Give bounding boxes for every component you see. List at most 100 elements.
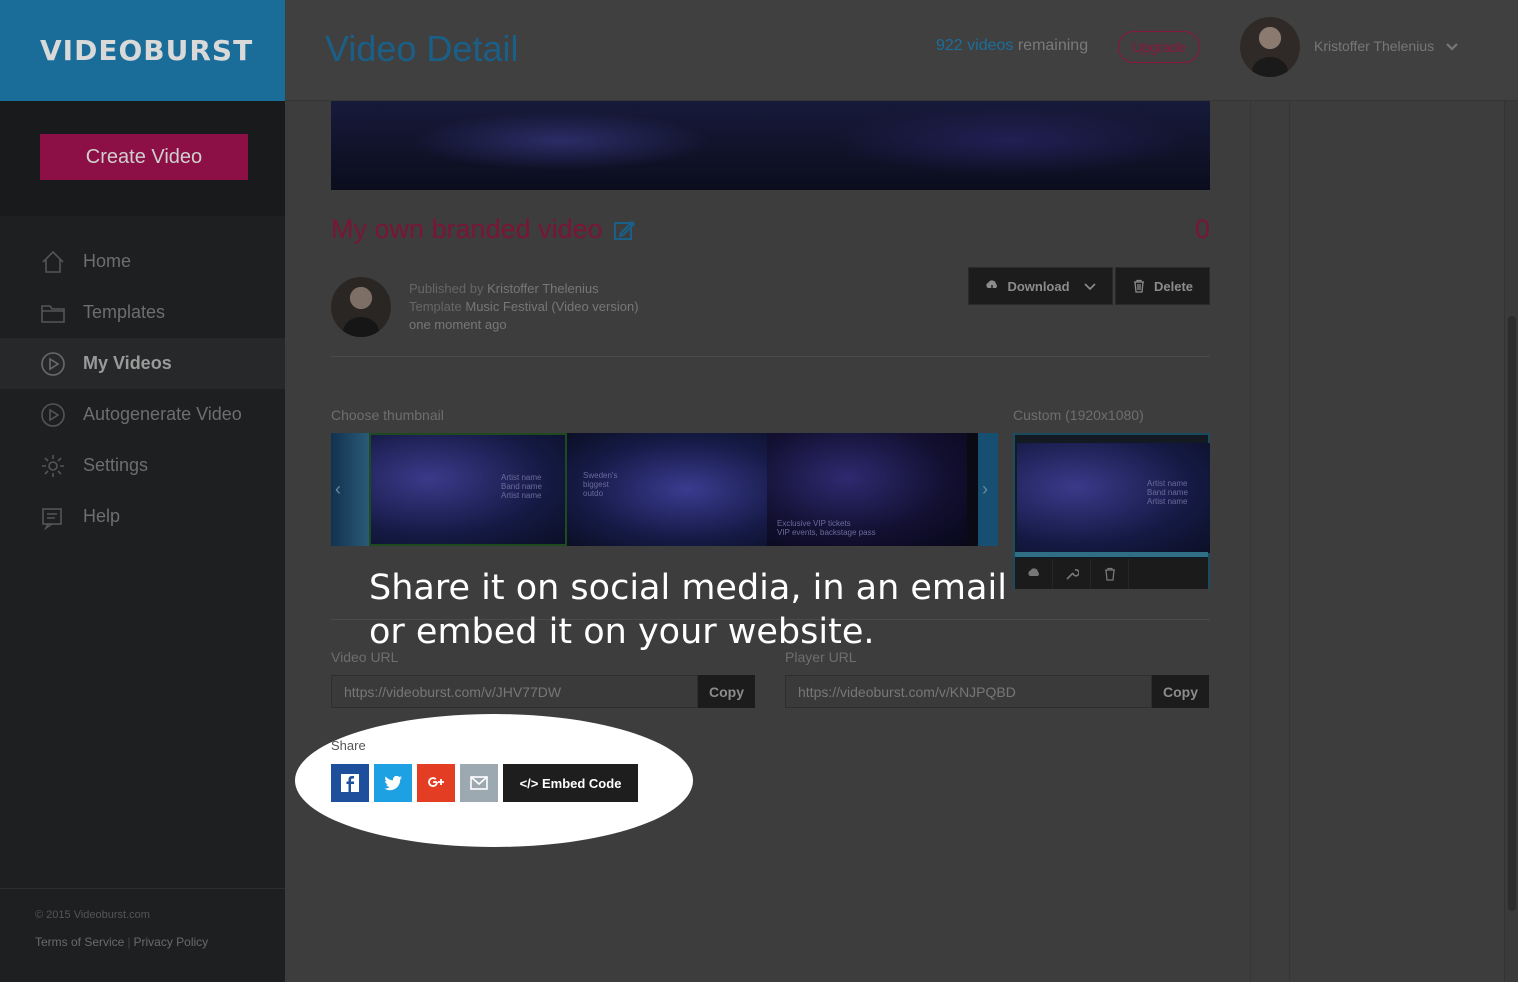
custom-thumbnail-tools	[1015, 559, 1208, 589]
play-circle-icon	[40, 402, 66, 428]
right-column	[1250, 101, 1290, 982]
email-icon	[470, 776, 488, 790]
thumbnail-carousel: ‹ Artist name Band name Artist name Swed…	[331, 433, 998, 546]
sidebar-item-settings[interactable]: Settings	[0, 440, 285, 491]
embed-code-button[interactable]: </> Embed Code	[503, 764, 638, 802]
folder-icon	[40, 300, 66, 326]
delete-button[interactable]: Delete	[1115, 267, 1210, 305]
sidebar-item-home[interactable]: Home	[0, 236, 285, 287]
upload-button[interactable]	[1015, 559, 1053, 589]
sidebar-item-label: Help	[83, 506, 121, 526]
copy-video-url-button[interactable]: Copy	[698, 675, 755, 708]
delete-thumbnail-button[interactable]	[1091, 559, 1129, 589]
share-facebook-button[interactable]	[331, 764, 369, 802]
edit-thumbnail-button[interactable]	[1053, 559, 1091, 589]
avatar[interactable]	[1240, 17, 1300, 77]
privacy-link[interactable]: Privacy Policy	[133, 935, 208, 949]
player-url-group: https://videoburst.com/v/KNJPQBD Copy	[785, 675, 1209, 708]
thumbnail-option[interactable]: Sweden's biggest outdo	[567, 433, 767, 546]
edit-icon[interactable]	[613, 219, 635, 241]
google-plus-icon	[428, 777, 444, 787]
help-icon	[40, 504, 66, 530]
template-label: Template	[409, 299, 462, 314]
delete-label: Delete	[1153, 278, 1194, 294]
videoburst-logo[interactable]: VIDEOBURST	[40, 34, 253, 67]
trash-icon	[1133, 279, 1144, 293]
published-time: one moment ago	[409, 317, 507, 332]
cloud-upload-icon	[1027, 568, 1039, 576]
user-name[interactable]: Kristoffer Thelenius	[1314, 38, 1434, 54]
gear-icon	[40, 453, 66, 479]
thumbnail-text: Exclusive VIP tickets VIP events, backst…	[777, 519, 876, 537]
play-circle-icon	[40, 351, 66, 377]
sidebar-item-autogenerate[interactable]: Autogenerate Video	[0, 389, 285, 440]
download-label: Download	[1007, 278, 1070, 294]
legal-separator: |	[127, 935, 131, 949]
player-url-label: Player URL	[785, 649, 857, 665]
view-count: 0	[1194, 214, 1210, 244]
cloud-download-icon	[986, 280, 998, 292]
choose-thumbnail-label: Choose thumbnail	[331, 407, 444, 423]
page-title: Video Detail	[325, 28, 519, 69]
download-button[interactable]: Download	[968, 267, 1113, 305]
custom-thumbnail-image: Artist name Band name Artist name	[1017, 443, 1210, 553]
custom-thumbnail-bar	[1015, 552, 1208, 557]
share-twitter-button[interactable]	[374, 764, 412, 802]
video-player[interactable]	[331, 101, 1210, 190]
logo-bar: VIDEOBURST	[0, 0, 285, 101]
sidebar-item-label: My Videos	[83, 353, 172, 373]
video-meta: Published by Kristoffer Thelenius Templa…	[409, 280, 639, 334]
divider	[331, 356, 1210, 357]
sidebar-item-label: Home	[83, 251, 132, 271]
sidebar-item-my-videos[interactable]: My Videos	[0, 338, 285, 389]
published-by-label: Published by	[409, 281, 484, 296]
videos-remaining-count[interactable]: 922 videos	[936, 37, 1013, 54]
top-header: Video Detail 922 videos remaining Upgrad…	[285, 0, 1518, 101]
chevron-down-icon[interactable]	[1445, 40, 1459, 54]
video-title: My own branded video	[331, 214, 635, 245]
sidebar-item-label: Autogenerate Video	[83, 404, 242, 424]
twitter-icon	[384, 775, 402, 791]
video-url-field[interactable]: https://videoburst.com/v/JHV77DW	[331, 675, 698, 708]
chevron-left-icon[interactable]: ‹	[335, 479, 349, 499]
player-url-field[interactable]: https://videoburst.com/v/KNJPQBD	[785, 675, 1152, 708]
carousel-edge: ›	[978, 433, 998, 546]
legal-links: Terms of Service | Privacy Policy	[35, 935, 285, 949]
scrollbar[interactable]	[1504, 101, 1518, 982]
custom-thumbnail-label: Custom (1920x1080)	[1013, 407, 1144, 423]
sidebar-item-templates[interactable]: Templates	[0, 287, 285, 338]
sidebar: VIDEOBURST Create Video Home Templates M…	[0, 0, 285, 982]
sidebar-item-help[interactable]: Help	[0, 491, 285, 542]
chevron-right-icon[interactable]: ›	[982, 479, 996, 499]
share-google-plus-button[interactable]	[417, 764, 455, 802]
videos-remaining-suffix: remaining	[1017, 37, 1089, 54]
trash-icon	[1104, 567, 1115, 581]
thumbnail-option[interactable]: Exclusive VIP tickets VIP events, backst…	[767, 433, 967, 546]
thumbnail-text: Artist name Band name Artist name	[501, 473, 542, 500]
videos-remaining: 922 videos remaining	[936, 37, 1088, 55]
custom-thumbnail[interactable]: Artist name Band name Artist name	[1013, 433, 1210, 589]
video-title-text: My own branded video	[331, 214, 603, 244]
wrench-icon	[1065, 569, 1079, 580]
video-url-label: Video URL	[331, 649, 399, 665]
chevron-down-icon	[1083, 283, 1096, 291]
share-email-button[interactable]	[460, 764, 498, 802]
publisher-name[interactable]: Kristoffer Thelenius	[487, 281, 599, 296]
home-icon	[40, 249, 66, 275]
template-name[interactable]: Music Festival (Video version)	[465, 299, 638, 314]
create-video-button[interactable]: Create Video	[40, 134, 248, 180]
overlay-line: Share it on social media, in an email	[369, 568, 1007, 608]
publisher-avatar	[331, 277, 391, 337]
thumbnail-option[interactable]: Artist name Band name Artist name	[369, 433, 567, 546]
overlay-line: or embed it on your website.	[369, 612, 875, 652]
sidebar-item-label: Templates	[83, 302, 166, 322]
create-zone: Create Video	[0, 101, 285, 216]
copyright-text: © 2015 Videoburst.com	[35, 909, 150, 921]
sidebar-nav: Home Templates My Videos Autogenerate Vi…	[0, 236, 285, 542]
upgrade-button[interactable]: Upgrade	[1118, 31, 1200, 63]
share-label: Share	[331, 738, 366, 753]
terms-link[interactable]: Terms of Service	[35, 935, 124, 949]
copy-player-url-button[interactable]: Copy	[1152, 675, 1209, 708]
scrollbar-thumb[interactable]	[1508, 316, 1516, 911]
facebook-icon	[341, 774, 359, 792]
